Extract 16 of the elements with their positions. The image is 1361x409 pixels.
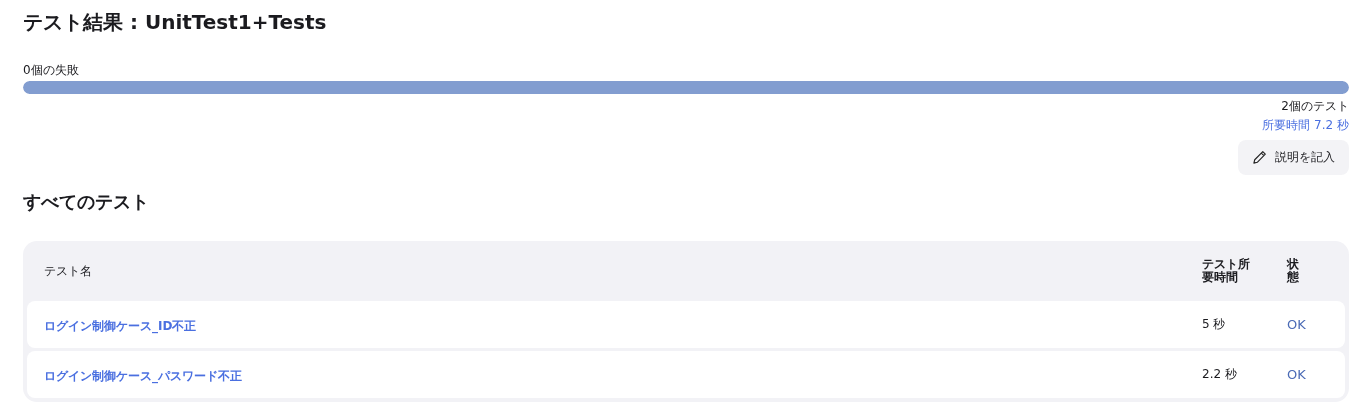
status-text: OK	[1287, 317, 1307, 332]
page-title: テスト結果 : UnitTest1+Tests	[23, 9, 328, 36]
column-header: テスト所要時間	[1202, 258, 1251, 284]
duration-link[interactable]: 所要時間 7.2 秒	[1262, 115, 1349, 135]
failure-count: 0個の失敗	[23, 62, 80, 78]
pencil-icon	[1252, 150, 1267, 165]
test-name-link[interactable]: ログイン制御ケース_パスワード不正	[44, 368, 242, 383]
column-header: テスト名	[43, 264, 93, 278]
table-cell-text: 2.2 秒	[1202, 366, 1238, 383]
column-header: 状態	[1287, 258, 1300, 284]
status-text: OK	[1287, 367, 1307, 382]
test-count: 2個のテスト	[1281, 98, 1349, 115]
section-title: すべてのテスト	[23, 190, 150, 214]
describe-button[interactable]: 説明を記入	[1238, 140, 1349, 175]
table-cell-text: 5 秒	[1202, 316, 1227, 333]
test-name-link[interactable]: ログイン制御ケース_ID不正	[44, 318, 197, 333]
